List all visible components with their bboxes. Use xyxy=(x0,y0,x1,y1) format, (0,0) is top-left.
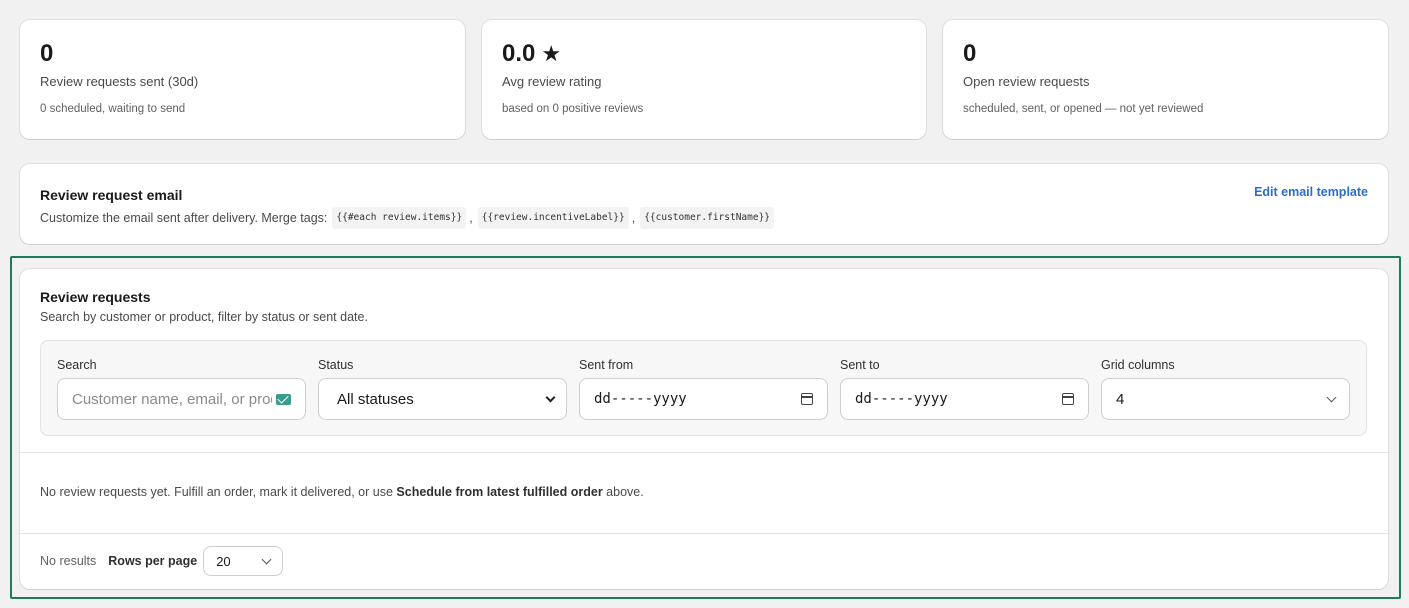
grid-columns-filter: Grid columns 4 xyxy=(1101,358,1350,420)
divider xyxy=(20,452,1388,453)
merge-tag: {{#each review.items}} xyxy=(332,207,467,229)
stat-value: 0 xyxy=(963,40,1368,68)
sent-to-filter: Sent to dd-----yyyy xyxy=(840,358,1089,420)
status-label: Status xyxy=(318,358,354,372)
filter-panel: Search Customer name, email, or prod Sta… xyxy=(40,340,1367,436)
sent-to-date-input[interactable]: dd-----yyyy xyxy=(840,378,1089,420)
stat-card-open-requests: 0 Open review requests scheduled, sent, … xyxy=(943,20,1388,139)
search-input[interactable]: Customer name, email, or prod xyxy=(57,378,306,420)
stat-subtext: 0 scheduled, waiting to send xyxy=(40,103,186,115)
empty-text-before: No review requests yet. Fulfill an order… xyxy=(40,485,397,499)
search-label: Search xyxy=(57,358,97,372)
email-card-title: Review request email xyxy=(40,187,183,203)
rows-per-page-label: Rows per page xyxy=(108,554,198,568)
search-filter: Search Customer name, email, or prod xyxy=(57,358,306,420)
empty-text-after: above. xyxy=(602,485,644,499)
search-placeholder: Customer name, email, or prod xyxy=(72,390,272,408)
stat-value-text: 0 xyxy=(963,40,977,67)
sent-from-date-input[interactable]: dd-----yyyy xyxy=(579,378,828,420)
stat-label: Open review requests xyxy=(963,74,1090,89)
review-requests-card: Review requests Search by customer or pr… xyxy=(20,269,1388,589)
sent-from-filter: Sent from dd-----yyyy xyxy=(579,358,828,420)
chevron-down-icon xyxy=(545,392,556,402)
status-filter: Status All statuses xyxy=(318,358,567,420)
merge-tag: {{customer.firstName}} xyxy=(640,207,775,229)
calendar-icon[interactable] xyxy=(1062,393,1074,405)
chevron-down-icon xyxy=(1326,392,1337,402)
rows-per-page-select[interactable]: 20 xyxy=(203,546,284,576)
chevron-down-icon xyxy=(261,554,272,564)
stat-card-requests-sent: 0 Review requests sent (30d) 0 scheduled… xyxy=(20,20,465,139)
stat-subtext: scheduled, sent, or opened — not yet rev… xyxy=(963,103,1204,115)
stat-label: Review requests sent (30d) xyxy=(40,74,199,89)
stat-value: 0.0 ★ xyxy=(502,40,906,68)
pagination-footer: No results Rows per page 20 xyxy=(40,546,284,576)
star-icon: ★ xyxy=(541,41,562,66)
grid-columns-select[interactable]: 4 xyxy=(1101,378,1350,420)
sent-from-value: dd-----yyyy xyxy=(594,391,687,407)
tag-separator: , xyxy=(469,211,473,225)
empty-text-bold: Schedule from latest fulfilled order xyxy=(396,485,603,499)
edit-email-template-link[interactable]: Edit email template xyxy=(1254,185,1368,199)
stat-card-avg-rating: 0.0 ★ Avg review rating based on 0 posit… xyxy=(482,20,926,139)
stat-value-text: 0 xyxy=(40,40,54,67)
stat-value: 0 xyxy=(40,40,445,68)
rows-per-page-value: 20 xyxy=(216,553,231,569)
review-requests-subtitle: Search by customer or product, filter by… xyxy=(40,310,368,324)
calendar-icon[interactable] xyxy=(801,393,813,405)
stat-label: Avg review rating xyxy=(502,74,602,89)
divider xyxy=(20,533,1388,534)
review-requests-title: Review requests xyxy=(40,289,151,305)
merge-tag: {{review.incentiveLabel}} xyxy=(477,207,629,229)
status-select[interactable]: All statuses xyxy=(318,378,567,420)
empty-state-message: No review requests yet. Fulfill an order… xyxy=(40,485,644,499)
autofill-icon[interactable] xyxy=(276,393,291,405)
status-select-value: All statuses xyxy=(337,390,414,408)
review-request-email-card: Review request email Customize the email… xyxy=(20,164,1388,244)
sent-from-label: Sent from xyxy=(579,358,634,372)
grid-columns-value: 4 xyxy=(1116,390,1125,408)
sent-to-value: dd-----yyyy xyxy=(855,391,948,407)
review-requests-header: Review requests Search by customer or pr… xyxy=(20,269,1388,325)
no-results-text: No results xyxy=(40,554,97,568)
grid-columns-label: Grid columns xyxy=(1101,358,1175,372)
tag-separator: , xyxy=(631,211,636,225)
stat-subtext: based on 0 positive reviews xyxy=(502,103,644,115)
email-card-description: Customize the email sent after delivery.… xyxy=(40,207,1368,229)
stat-value-text: 0.0 xyxy=(502,40,536,67)
email-card-desc-text: Customize the email sent after delivery.… xyxy=(40,211,328,225)
sent-to-label: Sent to xyxy=(840,358,880,372)
